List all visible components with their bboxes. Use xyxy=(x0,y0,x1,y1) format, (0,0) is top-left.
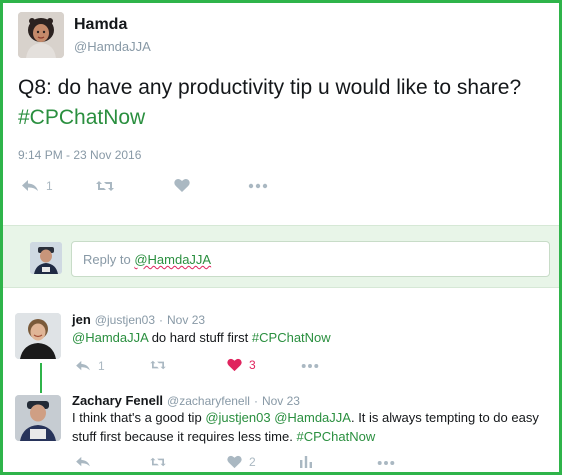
author-name[interactable]: Hamda xyxy=(74,16,127,34)
like-count: 3 xyxy=(249,358,256,372)
retweet-action[interactable] xyxy=(95,179,115,193)
reply-text: I think that's a good tip @justjen03 @Ha… xyxy=(72,408,552,446)
reply-mention: @HamdaJJA xyxy=(134,252,212,267)
reply-count: 1 xyxy=(46,179,53,193)
reply-compose-bar: Reply to @HamdaJJA xyxy=(3,225,559,288)
reply-date[interactable]: Nov 23 xyxy=(167,313,205,327)
author-handle[interactable]: @HamdaJJA xyxy=(74,39,151,54)
reply-mention[interactable]: @HamdaJJA xyxy=(72,330,148,345)
reply-header: Zachary Fenell @zacharyfenell · Nov 23 xyxy=(72,393,300,408)
reply-text-a: I think that's a good tip xyxy=(72,410,202,425)
more-icon xyxy=(377,460,395,466)
reply-text-c: stuff first because it requires less tim… xyxy=(72,429,293,444)
reply-prefix: Reply to xyxy=(83,252,131,267)
reply-icon xyxy=(75,360,91,372)
reply-icon xyxy=(21,179,39,193)
retweet-icon xyxy=(149,359,167,371)
reply-count: 1 xyxy=(98,359,105,373)
reply-date[interactable]: Nov 23 xyxy=(262,394,300,408)
reply-hashtag[interactable]: #CPChatNow xyxy=(296,429,375,444)
reply-action[interactable] xyxy=(75,456,91,468)
reply-text: @HamdaJJA do hard stuff first #CPChatNow xyxy=(72,328,552,347)
heart-icon xyxy=(227,455,242,469)
reply-input[interactable]: Reply to @HamdaJJA xyxy=(71,241,550,277)
reply-mention-1[interactable]: @justjen03 xyxy=(205,410,270,425)
reply-hashtag[interactable]: #CPChatNow xyxy=(252,330,331,345)
current-user-avatar xyxy=(30,242,62,274)
heart-icon xyxy=(227,358,242,372)
reply-author-handle[interactable]: @justjen03 xyxy=(95,313,155,327)
like-action[interactable] xyxy=(174,178,190,193)
thread-connector-line xyxy=(40,363,42,393)
reply-mention-2[interactable]: @HamdaJJA xyxy=(274,410,351,425)
more-icon xyxy=(301,363,319,369)
reply-author-name[interactable]: jen xyxy=(72,312,91,327)
reply-separator: · xyxy=(159,313,164,327)
more-action[interactable] xyxy=(248,183,268,189)
main-tweet: Hamda @HamdaJJA Q8: do have any producti… xyxy=(3,3,559,225)
like-count: 2 xyxy=(249,455,256,469)
tweet-text-body: Q8: do have any productivity tip u would… xyxy=(18,76,522,99)
reply-author-handle[interactable]: @zacharyfenell xyxy=(167,394,250,408)
tweet-hashtag[interactable]: #CPChatNow xyxy=(18,106,145,129)
reply-text-body: do hard stuff first xyxy=(151,330,249,345)
reply-text-b: . It is always tempting to do easy xyxy=(350,410,539,425)
retweet-icon xyxy=(149,456,167,468)
more-icon xyxy=(248,183,268,189)
like-action[interactable]: 2 xyxy=(227,455,256,469)
reply-separator: · xyxy=(253,394,258,408)
author-avatar[interactable] xyxy=(18,12,64,58)
tweet-timestamp[interactable]: 9:14 PM - 23 Nov 2016 xyxy=(18,148,141,162)
reply-author-name[interactable]: Zachary Fenell xyxy=(72,393,163,408)
more-action[interactable] xyxy=(301,363,319,369)
like-action[interactable]: 3 xyxy=(227,358,256,372)
more-action[interactable] xyxy=(377,460,395,466)
tweet-screenshot-frame: Hamda @HamdaJJA Q8: do have any producti… xyxy=(0,0,562,475)
reply-avatar-jen[interactable] xyxy=(15,313,61,359)
reply-action[interactable]: 1 xyxy=(21,179,53,193)
reply-icon xyxy=(75,456,91,468)
retweet-icon xyxy=(95,179,115,193)
analytics-icon xyxy=(299,455,313,468)
retweet-action[interactable] xyxy=(149,456,167,468)
tweet-text: Q8: do have any productivity tip u would… xyxy=(18,73,548,133)
retweet-action[interactable] xyxy=(149,359,167,371)
reply-action[interactable]: 1 xyxy=(75,359,105,373)
reply-avatar-zachary[interactable] xyxy=(15,395,61,441)
heart-icon xyxy=(174,178,190,193)
reply-header: jen @justjen03 · Nov 23 xyxy=(72,312,205,327)
analytics-action[interactable] xyxy=(299,455,313,468)
